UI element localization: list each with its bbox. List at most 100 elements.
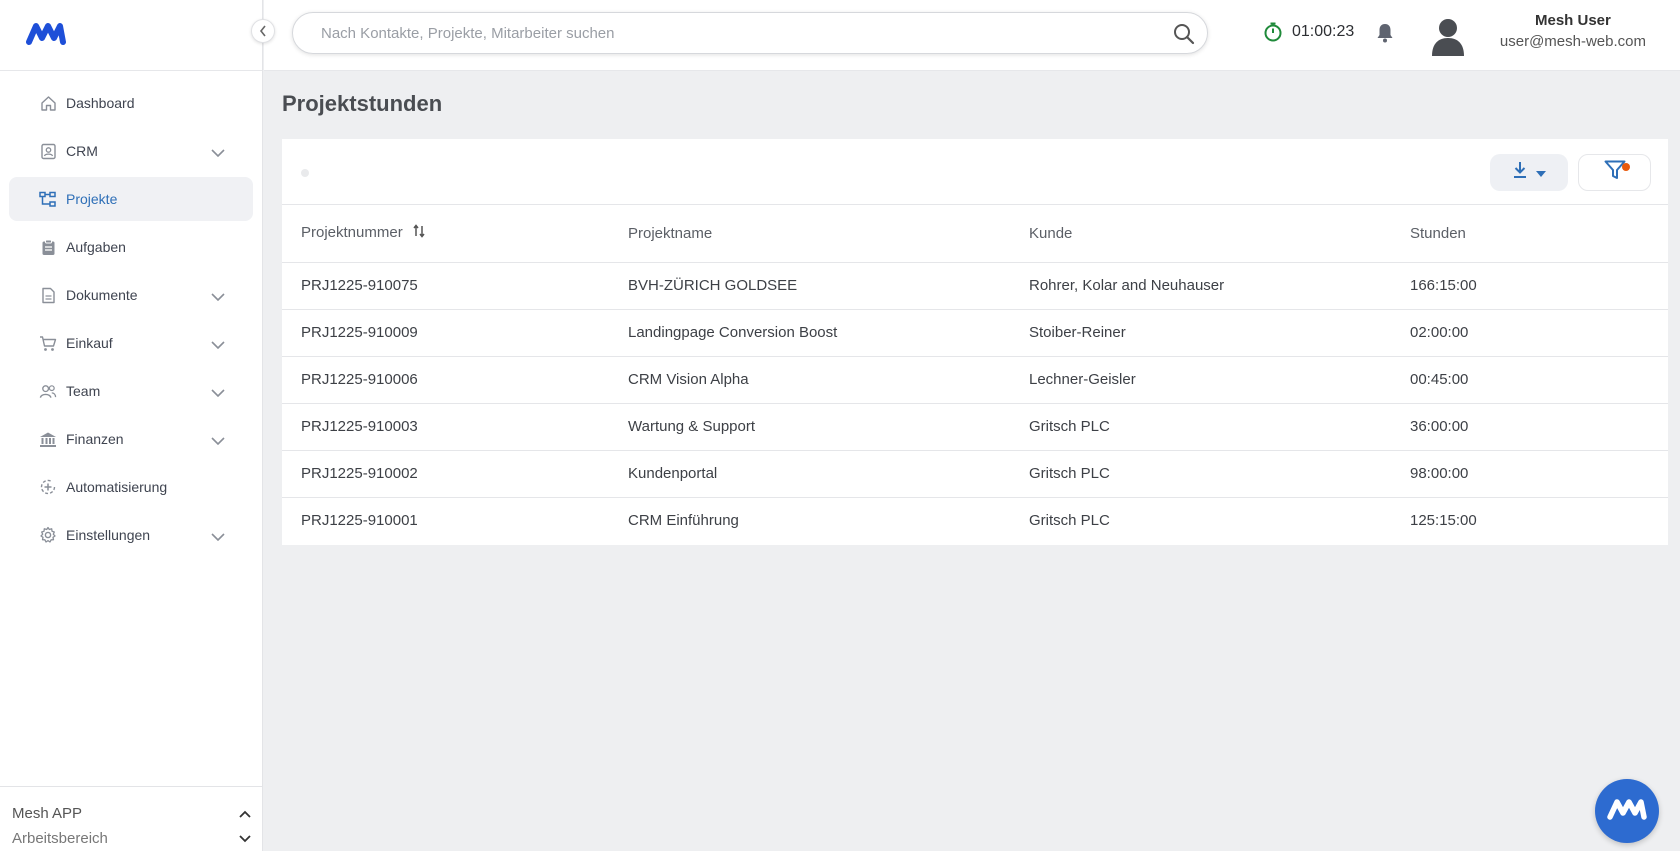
sidebar-item-dashboard[interactable]: Dashboard — [9, 81, 253, 125]
customer-cell: Gritsch PLC — [1029, 450, 1410, 498]
project-hours-card: Projektnummer Projektname Kunde Stunden … — [282, 139, 1668, 545]
table-header-row: Projektnummer Projektname Kunde Stunden — [282, 205, 1668, 263]
collapse-sidebar-button[interactable] — [251, 19, 275, 43]
column-header-projektname[interactable]: Projektname — [628, 205, 1029, 263]
user-email: user@mesh-web.com — [1499, 33, 1646, 50]
time-tracker[interactable]: 01:00:23 — [1263, 22, 1354, 42]
sidebar-item-label: Team — [66, 383, 101, 399]
project-number-cell: PRJ1225-910001 — [301, 512, 418, 530]
column-label: Projektnummer — [301, 224, 403, 242]
project-number-cell: PRJ1225-910002 — [282, 450, 628, 498]
sidebar-item-label: Dokumente — [66, 287, 138, 303]
customer-cell: Stoiber-Reiner — [1029, 309, 1410, 357]
workspace-name: Arbeitsbereich — [12, 830, 108, 847]
contact-card-icon — [39, 142, 57, 160]
download-icon — [1512, 161, 1528, 184]
sidebar-item-finanzen[interactable]: Finanzen — [9, 417, 253, 461]
app-name: Mesh APP — [12, 805, 83, 822]
project-number-cell: PRJ1225-910009 — [282, 309, 628, 357]
export-button[interactable] — [1490, 154, 1568, 191]
search-icon[interactable] — [1173, 23, 1195, 50]
hours-cell: 36:00:00 — [1410, 403, 1668, 451]
column-header-stunden[interactable]: Stunden — [1410, 205, 1668, 263]
sidebar-item-projekte[interactable]: Projekte — [9, 177, 253, 221]
hours-cell: 166:15:00 — [1410, 262, 1668, 310]
search-bar — [292, 12, 1208, 54]
sidebar-item-label: Einkauf — [66, 335, 113, 351]
sidebar: Dashboard CRM Projekte Aufgaben Dokumente Ein… — [0, 0, 263, 851]
customer-cell: Lechner-Geisler — [1029, 356, 1410, 404]
document-icon — [39, 286, 57, 304]
sidebar-nav: Dashboard CRM Projekte Aufgaben Dokumente Ein… — [0, 71, 262, 557]
table-row[interactable]: PRJ1225-910002 Kundenportal Gritsch PLC 98:… — [282, 450, 1668, 498]
chevron-down-icon[interactable] — [211, 144, 225, 160]
chevron-down-icon[interactable] — [211, 288, 225, 304]
sidebar-item-crm[interactable]: CRM — [9, 129, 253, 173]
gear-icon — [39, 526, 57, 544]
table-row[interactable]: PRJ1225-910001 CRM Einführung Gritsch PLC 1… — [282, 497, 1668, 544]
project-name-cell: CRM Vision Alpha — [628, 356, 1029, 404]
customer-cell: Rohrer, Kolar and Neuhauser — [1029, 262, 1410, 310]
chevron-up-icon — [239, 805, 251, 822]
customer-cell: Gritsch PLC — [1029, 403, 1410, 451]
sidebar-item-team[interactable]: Team — [9, 369, 253, 413]
mesh-logo-icon — [1607, 796, 1647, 827]
project-tree-icon — [39, 190, 57, 208]
chevron-down-icon[interactable] — [211, 528, 225, 544]
bell-icon[interactable] — [1376, 23, 1394, 48]
sidebar-item-label: Finanzen — [66, 431, 124, 447]
sidebar-item-label: Automatisierung — [66, 479, 168, 495]
sort-icon[interactable] — [413, 224, 425, 242]
hours-cell: 00:45:00 — [1410, 356, 1668, 404]
project-name-cell: BVH-ZÜRICH GOLDSEE — [628, 262, 1029, 310]
filter-active-badge — [1622, 163, 1630, 171]
user-name: Mesh User — [1535, 12, 1611, 29]
project-name-cell: Wartung & Support — [628, 403, 1029, 451]
mesh-logo[interactable] — [26, 20, 66, 51]
table-row[interactable]: PRJ1225-910075 BVH-ZÜRICH GOLDSEE Rohrer, … — [282, 262, 1668, 310]
chevron-down-icon[interactable] — [211, 384, 225, 400]
sidebar-item-einstellungen[interactable]: Einstellungen — [9, 513, 253, 557]
filter-button[interactable] — [1578, 154, 1651, 191]
app-switcher[interactable]: Mesh APP — [12, 801, 251, 826]
chevron-down-icon[interactable] — [211, 336, 225, 352]
search-input[interactable] — [321, 24, 1141, 42]
project-hours-table: Projektnummer Projektname Kunde Stunden … — [282, 205, 1668, 544]
project-number-cell: PRJ1225-910006 — [282, 356, 628, 404]
hours-cell: 98:00:00 — [1410, 450, 1668, 498]
hours-cell: 02:00:00 — [1410, 309, 1668, 357]
caret-down-icon — [1536, 164, 1546, 182]
table-row[interactable]: PRJ1225-910006 CRM Vision Alpha Lechner-Ge… — [282, 356, 1668, 404]
table-toolbar — [282, 139, 1668, 205]
timer-value: 01:00:23 — [1292, 23, 1355, 40]
project-name-cell: Landingpage Conversion Boost — [628, 309, 1029, 357]
sidebar-item-aufgaben[interactable]: Aufgaben — [9, 225, 253, 269]
sidebar-item-label: Dashboard — [66, 95, 135, 111]
column-header-kunde[interactable]: Kunde — [1029, 205, 1410, 263]
sidebar-item-label: Projekte — [66, 191, 118, 207]
user-info[interactable]: Mesh User user@mesh-web.com — [1500, 12, 1646, 50]
sidebar-item-label: CRM — [66, 143, 98, 159]
team-icon — [39, 382, 57, 400]
column-header-projektnummer[interactable]: Projektnummer — [282, 205, 628, 263]
project-name-cell: Kundenportal — [628, 450, 1029, 498]
sidebar-item-einkauf[interactable]: Einkauf — [9, 321, 253, 365]
table-row[interactable]: PRJ1225-910009 Landingpage Conversion Boo… — [282, 309, 1668, 357]
avatar[interactable] — [1430, 16, 1466, 61]
cart-icon — [39, 334, 57, 352]
automation-icon — [39, 478, 57, 496]
loading-indicator — [301, 169, 309, 177]
sidebar-item-dokumente[interactable]: Dokumente — [9, 273, 253, 317]
project-number-cell: PRJ1225-910075 — [282, 262, 628, 310]
logo-area — [0, 0, 262, 71]
workspace-switcher[interactable]: Arbeitsbereich — [12, 826, 251, 851]
home-icon — [39, 94, 57, 112]
chevron-down-icon[interactable] — [211, 432, 225, 448]
sidebar-item-automatisierung[interactable]: Automatisierung — [9, 465, 253, 509]
top-header: 01:00:23 Mesh User user@mesh-web.com — [264, 0, 1680, 71]
clipboard-icon — [39, 238, 57, 256]
sidebar-item-label: Aufgaben — [66, 239, 126, 255]
page-title: Projektstunden — [282, 91, 443, 116]
table-row[interactable]: PRJ1225-910003 Wartung & Support Gritsch P… — [282, 403, 1668, 451]
mesh-assistant-button[interactable] — [1595, 779, 1659, 843]
